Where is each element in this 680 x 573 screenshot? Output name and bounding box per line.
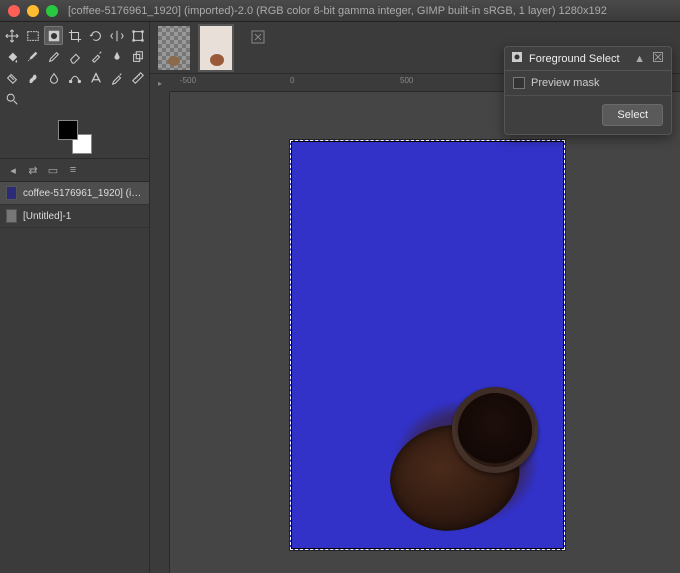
canvas-viewport[interactable]	[170, 92, 680, 573]
vertical-ruler[interactable]	[150, 92, 170, 573]
ruler-label: 0	[290, 76, 294, 85]
zoom-tool[interactable]	[2, 89, 21, 108]
ruler-label: 500	[400, 76, 413, 85]
close-document-button[interactable]	[240, 26, 276, 70]
panel-close-icon[interactable]	[651, 52, 665, 65]
tool-options-bar: ◂ ⇄ ▭ ≡	[0, 158, 149, 182]
toolbox	[0, 22, 149, 112]
canvas-region: ▸ -500 0 500 1000 1500	[150, 22, 680, 573]
select-button[interactable]: Select	[602, 104, 663, 126]
eraser-tool[interactable]	[65, 47, 84, 66]
transform-tool[interactable]	[128, 26, 147, 45]
image-canvas[interactable]	[290, 140, 565, 550]
airbrush-tool[interactable]	[86, 47, 105, 66]
preview-mask-label: Preview mask	[531, 77, 599, 89]
minimize-window-button[interactable]	[27, 5, 39, 17]
foreground-select-tool[interactable]	[44, 26, 63, 45]
measure-tool[interactable]	[128, 68, 147, 87]
lines-icon[interactable]: ≡	[66, 163, 80, 177]
rotate-tool[interactable]	[86, 26, 105, 45]
document-thumb[interactable]	[198, 24, 234, 72]
foreground-select-panel: Foreground Select ▲ Preview mask Select	[504, 46, 672, 135]
color-swatches[interactable]	[0, 112, 149, 158]
preview-mask-checkbox[interactable]: Preview mask	[513, 77, 663, 89]
image-list-item-label: coffee-5176961_1920] (imported)	[23, 188, 143, 199]
detach-icon[interactable]: ▲	[634, 53, 645, 65]
image-list-item[interactable]: coffee-5176961_1920] (imported)	[0, 182, 149, 205]
swap-icon[interactable]: ⇄	[26, 163, 40, 177]
close-window-button[interactable]	[8, 5, 20, 17]
left-dock: ◂ ⇄ ▭ ≡ coffee-5176961_1920] (imported) …	[0, 22, 150, 573]
open-images-list: coffee-5176961_1920] (imported) [Untitle…	[0, 182, 149, 573]
ruler-label: -500	[180, 76, 196, 85]
arrow-left-icon[interactable]: ◂	[6, 163, 20, 177]
flip-tool[interactable]	[107, 26, 126, 45]
image-thumbnail-icon	[6, 209, 17, 223]
clone-tool[interactable]	[128, 47, 147, 66]
paintbrush-tool[interactable]	[23, 47, 42, 66]
image-list-item[interactable]: [Untitled]-1	[0, 205, 149, 228]
image-list-item-label: [Untitled]-1	[23, 211, 143, 222]
document-thumb[interactable]	[156, 24, 192, 72]
path-tool[interactable]	[65, 68, 84, 87]
titlebar: [coffee-5176961_1920] (imported)-2.0 (RG…	[0, 0, 680, 22]
crop-tool[interactable]	[65, 26, 84, 45]
text-tool[interactable]	[86, 68, 105, 87]
image-thumbnail-icon	[6, 186, 17, 200]
image-content	[382, 375, 550, 535]
blur-tool[interactable]	[44, 68, 63, 87]
color-picker-tool[interactable]	[107, 68, 126, 87]
panel-title: Foreground Select	[529, 53, 628, 65]
window-title: [coffee-5176961_1920] (imported)-2.0 (RG…	[68, 5, 607, 17]
box-icon[interactable]: ▭	[46, 163, 60, 177]
foreground-color-swatch[interactable]	[58, 120, 78, 140]
ruler-origin-icon[interactable]: ▸	[150, 74, 170, 92]
heal-tool[interactable]	[2, 68, 21, 87]
foreground-select-icon	[511, 51, 523, 66]
pencil-tool[interactable]	[44, 47, 63, 66]
smudge-tool[interactable]	[23, 68, 42, 87]
ink-tool[interactable]	[107, 47, 126, 66]
bucket-fill-tool[interactable]	[2, 47, 21, 66]
zoom-window-button[interactable]	[46, 5, 58, 17]
checkbox-icon	[513, 77, 525, 89]
rect-select-tool[interactable]	[23, 26, 42, 45]
move-tool[interactable]	[2, 26, 21, 45]
